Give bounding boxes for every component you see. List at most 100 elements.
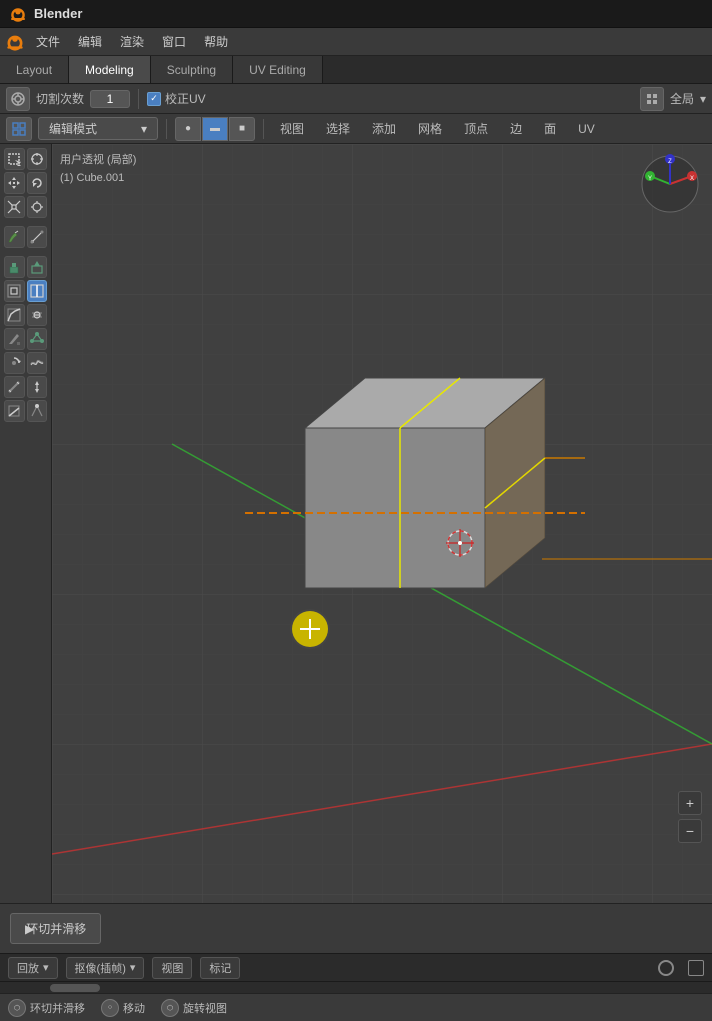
footer-loop-cut: ⬡ 环切并滑移 <box>8 999 85 1017</box>
timeline-keying-btn[interactable]: 抠像(插帧) ▾ <box>66 957 145 979</box>
annotate-tool[interactable] <box>4 226 25 248</box>
zoom-out-btn[interactable]: − <box>678 819 702 843</box>
edge-slide-tool[interactable] <box>27 304 48 326</box>
add-menu[interactable]: 添加 <box>364 118 404 139</box>
vertex-menu[interactable]: 顶点 <box>456 118 496 139</box>
mesh-menu[interactable]: 网格 <box>410 118 450 139</box>
mouse-left-icon: ⬡ <box>8 999 26 1017</box>
tab-layout[interactable]: Layout <box>0 56 69 83</box>
menu-help[interactable]: 帮助 <box>196 31 236 52</box>
svg-text:Z: Z <box>668 159 672 165</box>
footer-move-label: 移动 <box>123 1000 145 1016</box>
separator-1 <box>138 89 139 109</box>
timeline-markers-btn[interactable]: 标记 <box>200 957 240 979</box>
mode-separator-2 <box>263 119 264 139</box>
view-menu[interactable]: 视图 <box>272 118 312 139</box>
menu-edit[interactable]: 编辑 <box>70 31 110 52</box>
smooth-tool[interactable] <box>27 352 48 374</box>
loop-cut-slide-btn[interactable]: ▶ 环切并滑移 <box>10 913 101 944</box>
global-icon[interactable] <box>640 87 664 111</box>
correct-uv-checkbox[interactable]: ✓ 校正UV <box>147 90 206 107</box>
blender-logo-icon <box>8 4 28 24</box>
loop-cut-cursor <box>292 611 328 647</box>
loop-cut-tool[interactable] <box>27 280 48 302</box>
footer-statusbar: ⬡ 环切并滑移 ○ 移动 ⬡ 旋转视图 <box>0 993 712 1021</box>
mode-separator <box>166 119 167 139</box>
cursor-tool[interactable] <box>27 148 48 170</box>
menu-window[interactable]: 窗口 <box>154 31 194 52</box>
expand-icon: ▾ <box>700 92 706 106</box>
timeline-playback-btn[interactable]: 回放 ▾ <box>8 957 58 979</box>
edit-mode-label: 编辑模式 <box>49 120 97 137</box>
edge-crease-tool[interactable] <box>4 376 25 398</box>
zoom-controls[interactable]: + − <box>678 791 702 843</box>
timeline: 回放 ▾ 抠像(插帧) ▾ 视图 标记 <box>0 953 712 981</box>
workspace-tabs: Layout Modeling Sculpting UV Editing <box>0 56 712 84</box>
edge-select-btn[interactable]: ▬ <box>202 117 228 141</box>
shear-tool[interactable] <box>4 400 25 422</box>
viewport[interactable]: 用户透视 (局部) (1) Cube.001 <box>52 144 712 903</box>
scroll-thumb[interactable] <box>50 984 100 992</box>
edit-mode-dropdown[interactable]: 编辑模式 ▾ <box>38 117 158 140</box>
bevel-tool[interactable] <box>4 304 25 326</box>
operator-label: 环切并滑移 <box>26 920 86 937</box>
mouse-right-icon: ⬡ <box>161 999 179 1017</box>
extrude-region-tool[interactable] <box>4 256 25 278</box>
rotate-tool[interactable] <box>27 172 48 194</box>
timeline-view-btn[interactable]: 视图 <box>152 957 192 979</box>
inset-tool[interactable] <box>4 280 25 302</box>
svg-text:Y: Y <box>648 176 652 182</box>
select-menu[interactable]: 选择 <box>318 118 358 139</box>
footer-move: ○ 移动 <box>101 999 145 1017</box>
mode-toolbar: 编辑模式 ▾ ● ▬ ■ 视图 选择 添加 网格 顶点 边 面 UV <box>0 114 712 144</box>
record-btn[interactable] <box>658 960 674 976</box>
edge-menu[interactable]: 边 <box>502 118 530 139</box>
menu-bar: 文件 编辑 渲染 窗口 帮助 <box>0 28 712 56</box>
tab-uv-editing[interactable]: UV Editing <box>233 56 323 83</box>
poly-build-tool[interactable] <box>27 328 48 350</box>
markers-label: 标记 <box>209 960 231 976</box>
global-label: 全局 <box>670 90 694 107</box>
mode-icon[interactable] <box>6 117 32 141</box>
footer-orbit: ⬡ 旋转视图 <box>161 999 227 1017</box>
correct-uv-label: 校正UV <box>165 90 206 107</box>
operator-panel: ▶ 环切并滑移 <box>0 903 712 953</box>
select-box-tool[interactable] <box>4 148 25 170</box>
measure-tool[interactable] <box>27 226 48 248</box>
app-title: Blender <box>34 6 82 21</box>
transform-tool[interactable] <box>27 196 48 218</box>
timeline-expand-btn[interactable] <box>688 960 704 976</box>
keying-label: 抠像(插帧) <box>75 960 126 976</box>
bottom-scrollbar[interactable] <box>0 981 712 993</box>
main-area: 用户透视 (局部) (1) Cube.001 <box>0 144 712 903</box>
menu-file[interactable]: 文件 <box>28 31 68 52</box>
push-pull-tool[interactable] <box>27 376 48 398</box>
extrude-manifold-tool[interactable] <box>27 256 48 278</box>
playback-label: 回放 <box>17 960 39 976</box>
tab-sculpting[interactable]: Sculpting <box>151 56 233 83</box>
svg-text:X: X <box>690 176 694 182</box>
zoom-in-btn[interactable]: + <box>678 791 702 815</box>
header-toolbar: 切割次数 1 ✓ 校正UV 全局 ▾ <box>0 84 712 114</box>
footer-orbit-label: 旋转视图 <box>183 1000 227 1016</box>
scale-tool[interactable] <box>4 196 25 218</box>
header-menu-icon[interactable] <box>6 87 30 111</box>
move-tool[interactable] <box>4 172 25 194</box>
axes-gizmo[interactable]: X Y Z <box>640 154 700 214</box>
uv-menu[interactable]: UV <box>570 120 603 138</box>
mesh-select-mode: ● ▬ ■ <box>175 117 255 141</box>
left-toolbar <box>0 144 52 903</box>
rip-tool[interactable] <box>27 400 48 422</box>
footer-loop-cut-label: 环切并滑移 <box>30 1000 85 1016</box>
vertex-select-btn[interactable]: ● <box>175 117 201 141</box>
face-menu[interactable]: 面 <box>536 118 564 139</box>
mouse-middle-icon: ○ <box>101 999 119 1017</box>
knife-tool[interactable] <box>4 328 25 350</box>
face-select-btn[interactable]: ■ <box>229 117 255 141</box>
spin-tool[interactable] <box>4 352 25 374</box>
checkbox-icon: ✓ <box>147 92 161 106</box>
menu-render[interactable]: 渲染 <box>112 31 152 52</box>
tab-modeling[interactable]: Modeling <box>69 56 151 83</box>
cut-count-value[interactable]: 1 <box>90 90 130 108</box>
viewport-info: 用户透视 (局部) (1) Cube.001 <box>60 152 136 187</box>
